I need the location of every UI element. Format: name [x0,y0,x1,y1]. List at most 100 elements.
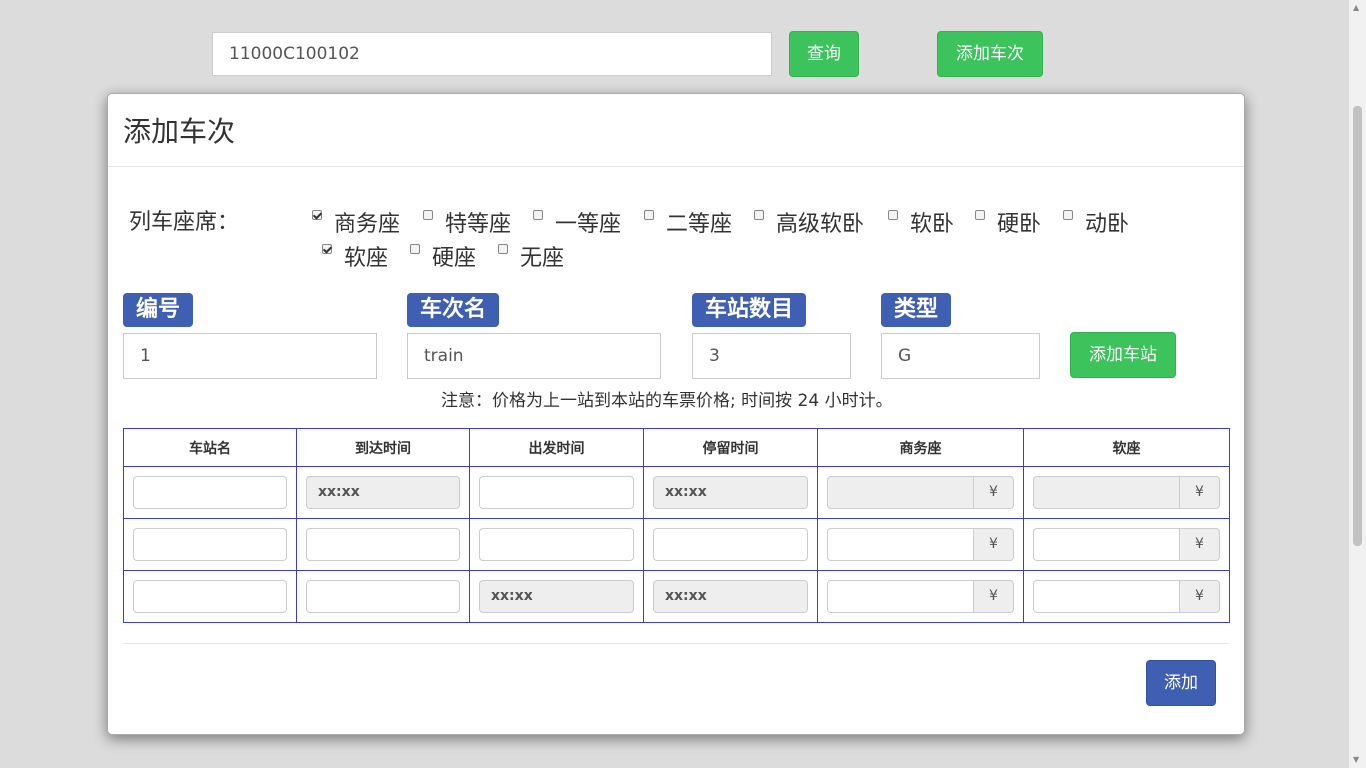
seat-option-no-seat[interactable]: 无座 [498,240,564,272]
checkbox[interactable] [322,244,332,254]
seat-option-first-class[interactable]: 一等座 [533,206,621,238]
table-cell [123,518,297,571]
seat-option-label: 二等座 [666,212,733,237]
column-header-business-seat: 商务座 [817,428,1024,467]
station-name-input[interactable] [133,528,287,561]
submit-add-button[interactable]: 添加 [1146,660,1216,706]
add-train-button[interactable]: 添加车次 [937,31,1043,77]
table-row: xx:xx xx:xx ¥ ¥ [123,570,1230,623]
arrival-time-input[interactable] [306,528,460,561]
stations-table: 车站名 到达时间 出发时间 停留时间 商务座 软座 xx:xx xx:xx ¥ … [123,428,1230,623]
query-button[interactable]: 查询 [789,31,859,77]
seat-option-label: 软卧 [910,212,955,237]
seat-type-label: 列车座席： [129,210,240,235]
table-cell [296,518,470,571]
currency-addon: ¥ [974,528,1014,561]
station-count-input[interactable]: 3 [692,333,851,379]
column-header-station: 车站名 [123,428,297,467]
checkbox[interactable] [498,244,508,254]
table-cell: ¥ [1023,570,1230,623]
seat-option-label: 商务座 [334,212,401,237]
checkbox[interactable] [312,210,322,220]
column-header-stop: 停留时间 [643,428,818,467]
scroll-down-arrow-icon[interactable]: ▼ [1353,755,1359,764]
seat-option-hard-seat[interactable]: 硬座 [410,240,476,272]
stop-time-input[interactable] [653,528,808,561]
soft-seat-price-group: ¥ [1033,528,1220,561]
train-id-label: 编号 [123,293,194,327]
arrival-time-input: xx:xx [306,476,460,509]
table-cell: ¥ [1023,518,1230,571]
train-name-label: 车次名 [407,293,500,327]
business-price-input[interactable] [827,528,974,561]
seat-option-second-class[interactable]: 二等座 [644,206,732,238]
scroll-up-arrow-icon[interactable]: ▲ [1353,3,1359,12]
modal-header: 添加车次 [108,94,1244,167]
seat-option-label: 硬座 [432,246,477,271]
modal-footer-divider [123,643,1229,644]
soft-seat-price-input[interactable] [1033,580,1180,613]
price-note: 注意：价格为上一站到本站的车票价格; 时间按 24 小时计。 [441,391,893,411]
train-name-input[interactable]: train [407,333,661,379]
checkbox[interactable] [754,210,764,220]
soft-seat-price-group: ¥ [1033,476,1220,509]
seat-option-bullet-sleeper[interactable]: 动卧 [1063,206,1129,238]
column-header-soft-seat: 软座 [1023,428,1230,467]
checkbox[interactable] [1063,210,1073,220]
table-header-row: 车站名 到达时间 出发时间 停留时间 商务座 软座 [123,428,1230,467]
checkbox[interactable] [888,210,898,220]
soft-seat-price-group: ¥ [1033,580,1220,613]
table-cell: xx:xx [643,466,818,519]
table-cell [469,518,644,571]
seat-option-soft-sleeper[interactable]: 软卧 [888,206,954,238]
currency-addon: ¥ [1180,476,1220,509]
checkbox[interactable] [975,210,985,220]
column-header-arrival: 到达时间 [296,428,470,467]
table-row: ¥ ¥ [123,518,1230,571]
train-type-label: 类型 [881,293,952,327]
train-id-input[interactable]: 1 [123,333,377,379]
station-name-input[interactable] [133,580,287,613]
checkbox[interactable] [644,210,654,220]
table-cell: xx:xx [469,570,644,623]
checkbox[interactable] [410,244,420,254]
table-cell [643,518,818,571]
business-price-group: ¥ [827,580,1014,613]
departure-time-input[interactable] [479,476,634,509]
table-cell: ¥ [817,518,1024,571]
arrival-time-input[interactable] [306,580,460,613]
modal-title: 添加车次 [123,115,236,148]
seat-option-hard-sleeper[interactable]: 硬卧 [975,206,1041,238]
checkbox[interactable] [423,210,433,220]
seat-option-label: 软座 [344,246,389,271]
soft-seat-price-input [1033,476,1180,509]
seat-option-label: 特等座 [445,212,512,237]
scroll-thumb[interactable] [1353,106,1362,546]
seat-option-deluxe-soft-sleeper[interactable]: 高级软卧 [754,206,864,238]
currency-addon: ¥ [974,476,1014,509]
soft-seat-price-input[interactable] [1033,528,1180,561]
search-input[interactable]: 11000C100102 [212,32,772,76]
table-cell: xx:xx [643,570,818,623]
page-scrollbar[interactable]: ▲ ▼ [1349,0,1366,768]
table-cell [469,466,644,519]
table-cell: ¥ [817,466,1024,519]
seat-option-premium[interactable]: 特等座 [423,206,511,238]
add-station-button[interactable]: 添加车站 [1070,332,1176,378]
checkbox[interactable] [533,210,543,220]
stop-time-input: xx:xx [653,580,808,613]
currency-addon: ¥ [974,580,1014,613]
departure-time-input: xx:xx [479,580,634,613]
business-price-input [827,476,974,509]
seat-option-business[interactable]: 商务座 [312,206,400,238]
train-type-input[interactable]: G [881,333,1040,379]
station-name-input[interactable] [133,476,287,509]
departure-time-input[interactable] [479,528,634,561]
table-row: xx:xx xx:xx ¥ ¥ [123,466,1230,519]
table-cell [296,570,470,623]
station-count-label: 车站数目 [692,293,807,327]
business-price-input[interactable] [827,580,974,613]
currency-addon: ¥ [1180,580,1220,613]
table-cell [123,570,297,623]
seat-option-soft-seat[interactable]: 软座 [322,240,388,272]
